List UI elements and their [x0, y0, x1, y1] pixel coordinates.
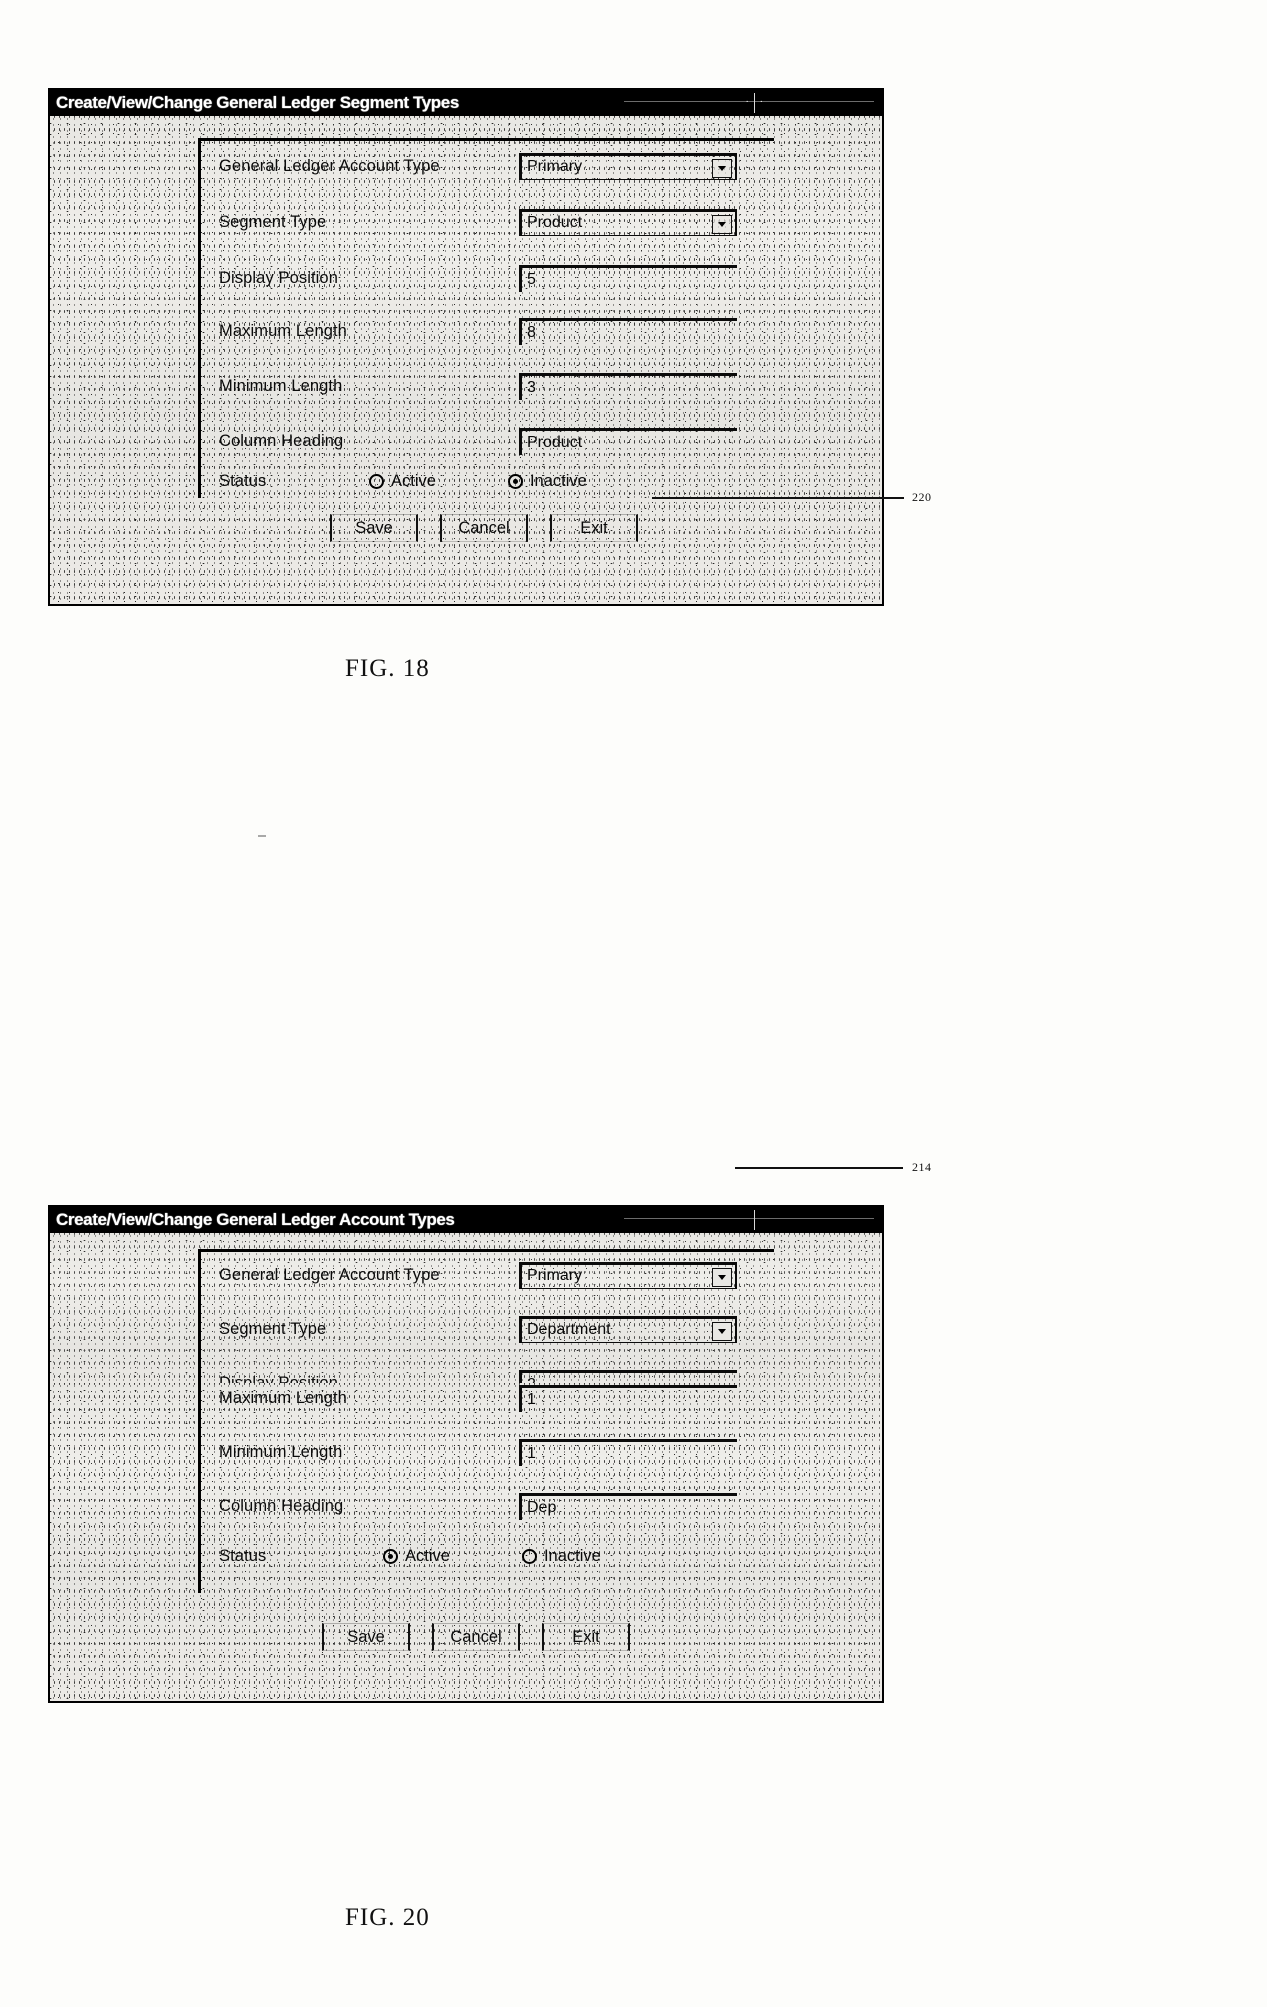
- titlebar-controls-full[interactable]: [624, 1210, 874, 1230]
- figure-18: Create/View/Change General Ledger Segmen…: [48, 88, 884, 606]
- label-maximum-length: Maximum Length: [219, 1388, 347, 1407]
- figure-20-lower: Maximum Length 1 Minimum Length 1 Column…: [48, 1383, 884, 1703]
- label-column-heading: Column Heading: [219, 1496, 344, 1515]
- radio-label-active: Active: [391, 471, 436, 490]
- form-group-panel-full: General Ledger Account Type Primary Segm…: [198, 1249, 774, 1399]
- radio-status-active[interactable]: Active: [383, 1547, 450, 1566]
- field-column-heading[interactable]: Product: [519, 427, 737, 455]
- form-row-maximum-length: Maximum Length 1: [201, 1383, 774, 1413]
- form-row-account-type: General Ledger Account Type Primary: [201, 1260, 774, 1290]
- radio-label-active: Active: [405, 1546, 450, 1565]
- radio-status-active[interactable]: Active: [369, 472, 436, 491]
- label-maximum-length: Maximum Length: [219, 321, 347, 340]
- label-minimum-length: Minimum Length: [219, 1442, 343, 1461]
- form-row-segment-type: Segment Type Department: [201, 1314, 774, 1344]
- titlebar: Create/View/Change General Ledger Segmen…: [50, 90, 882, 116]
- stray-mark: [258, 835, 266, 837]
- window-title-full: Create/View/Change General Ledger Accoun…: [56, 1210, 455, 1229]
- form-row-column-heading: Column Heading Dep: [201, 1491, 774, 1521]
- segment-types-window: Create/View/Change General Ledger Segmen…: [48, 88, 884, 606]
- field-general-ledger-account-type[interactable]: Primary: [519, 152, 737, 180]
- dialog-button-row: Save Cancel Exit: [322, 1623, 630, 1651]
- exit-button[interactable]: Exit: [542, 1623, 630, 1651]
- form-row-status: Status Active Inactive: [201, 466, 774, 496]
- label-segment-type: Segment Type: [219, 212, 327, 231]
- value-segment-type: Department: [527, 1321, 611, 1338]
- label-column-heading: Column Heading: [219, 431, 344, 450]
- field-maximum-length[interactable]: 1: [519, 1384, 737, 1412]
- form-row-minimum-length: Minimum Length 1: [201, 1437, 774, 1467]
- label-general-ledger-account-type: General Ledger Account Type: [219, 156, 440, 175]
- label-status: Status: [219, 471, 267, 490]
- titlebar-controls[interactable]: [624, 93, 874, 113]
- radio-icon-inactive[interactable]: [521, 1548, 537, 1564]
- figure-caption-20: FIG. 20: [345, 1904, 430, 1931]
- titlebar-full: Create/View/Change General Ledger Accoun…: [50, 1207, 882, 1233]
- cancel-button[interactable]: Cancel: [440, 514, 528, 542]
- reference-numeral-214: 214: [912, 1160, 932, 1174]
- field-general-ledger-account-type[interactable]: Primary: [519, 1261, 737, 1289]
- form-row-minimum-length: Minimum Length 3: [201, 371, 774, 401]
- save-button[interactable]: Save: [322, 1623, 410, 1651]
- field-column-heading[interactable]: Dep: [519, 1492, 737, 1520]
- callout-leader-220: [652, 497, 904, 499]
- radio-icon-active[interactable]: [383, 1548, 398, 1564]
- form-row-display-position: Display Position 5: [201, 263, 774, 293]
- callout-leader-214-seg: [735, 1167, 903, 1169]
- field-segment-type[interactable]: Department: [519, 1315, 737, 1343]
- status-radio-group: Active Inactive: [369, 472, 659, 491]
- value-minimum-length: 3: [527, 378, 536, 396]
- form-row-status: Status Active Inactive: [201, 1541, 774, 1571]
- radio-status-inactive[interactable]: Inactive: [521, 1546, 601, 1566]
- radio-icon-inactive[interactable]: [507, 473, 523, 489]
- window-client-area: General Ledger Account Type Primary Segm…: [50, 116, 882, 604]
- field-minimum-length[interactable]: 3: [519, 372, 737, 400]
- form-group-panel-lower: Maximum Length 1 Minimum Length 1 Column…: [198, 1383, 774, 1593]
- window-title: Create/View/Change General Ledger Segmen…: [56, 93, 459, 112]
- radio-label-inactive: Inactive: [543, 1546, 601, 1565]
- exit-button[interactable]: Exit: [550, 514, 638, 542]
- value-column-heading: Product: [527, 433, 583, 451]
- value-minimum-length: 1: [527, 1444, 536, 1462]
- value-general-ledger-account-type: Primary: [527, 158, 583, 175]
- value-segment-type: Product: [527, 214, 583, 231]
- figure-caption-18: FIG. 18: [345, 655, 430, 682]
- chevron-down-icon[interactable]: [712, 1321, 732, 1341]
- form-group-panel: General Ledger Account Type Primary Segm…: [198, 138, 774, 498]
- field-display-position[interactable]: 5: [519, 264, 737, 292]
- cancel-button[interactable]: Cancel: [432, 1623, 520, 1651]
- label-general-ledger-account-type: General Ledger Account Type: [219, 1265, 440, 1284]
- label-status: Status: [219, 1546, 267, 1565]
- form-row-maximum-length: Maximum Length 8: [201, 316, 774, 346]
- save-button[interactable]: Save: [330, 514, 418, 542]
- reference-numeral-220: 220: [912, 490, 932, 504]
- dialog-button-row: Save Cancel Exit: [330, 514, 638, 542]
- value-general-ledger-account-type: Primary: [527, 1267, 583, 1284]
- field-maximum-length[interactable]: 8: [519, 317, 737, 345]
- radio-icon-active[interactable]: [369, 473, 384, 489]
- field-segment-type[interactable]: Product: [519, 208, 737, 236]
- form-row-segment-type: Segment Type Product: [201, 207, 774, 237]
- value-display-position: 5: [527, 270, 536, 288]
- value-maximum-length: 8: [527, 323, 536, 341]
- label-segment-type: Segment Type: [219, 1319, 327, 1338]
- field-minimum-length[interactable]: 1: [519, 1438, 737, 1466]
- chevron-down-icon[interactable]: [712, 1267, 732, 1287]
- chevron-down-icon[interactable]: [712, 158, 732, 178]
- label-minimum-length: Minimum Length: [219, 376, 343, 395]
- radio-status-inactive[interactable]: Inactive: [507, 471, 587, 491]
- status-radio-group: Active Inactive: [383, 1547, 673, 1566]
- chevron-down-icon[interactable]: [712, 214, 732, 234]
- value-maximum-length: 1: [527, 1390, 536, 1408]
- radio-label-inactive: Inactive: [529, 471, 587, 490]
- value-column-heading: Dep: [527, 1498, 557, 1516]
- form-row-column-heading: Column Heading Product: [201, 426, 774, 456]
- label-display-position: Display Position: [219, 268, 338, 287]
- form-row-account-type: General Ledger Account Type Primary: [201, 151, 774, 181]
